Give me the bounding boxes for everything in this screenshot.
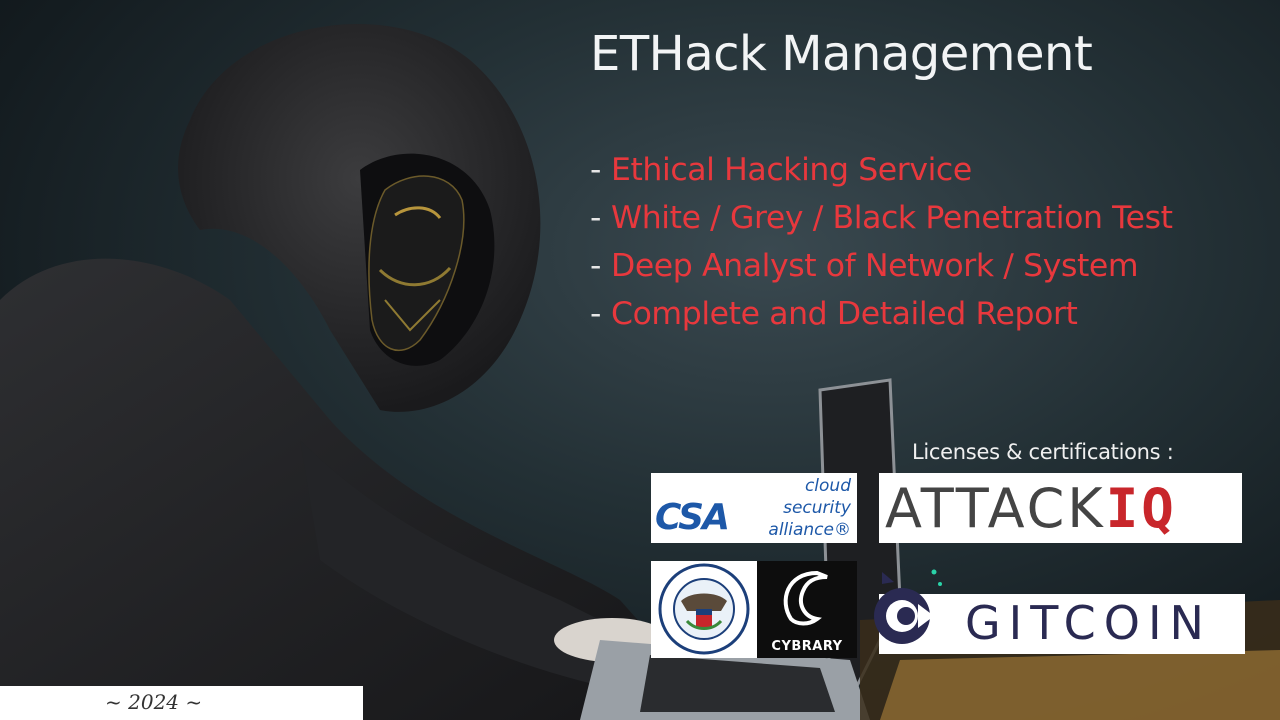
page-title: ETHack Management (590, 26, 1093, 82)
dhs-seal-icon (658, 563, 750, 655)
cybrary-logo: CYBRARY (757, 561, 857, 658)
csa-logo: CSA cloud security alliance® (651, 473, 857, 543)
gitcoin-wordmark: GITCOIN (965, 596, 1212, 650)
cybrary-label: CYBRARY (771, 639, 843, 654)
service-label: Deep Analyst of Network / System (610, 248, 1139, 284)
services-list: - Ethical Hacking Service - White / Grey /… (590, 146, 1173, 338)
attackiq-logo: ATTACKIQ (879, 473, 1242, 543)
csa-line-3: alliance® (768, 520, 851, 540)
gitcoin-robot-icon (874, 569, 942, 644)
promo-slide: ETHack Management - Ethical Hacking Servi… (0, 0, 1280, 720)
attackiq-part2: IQ (1105, 477, 1177, 540)
dhs-seal-logo (651, 561, 757, 658)
csa-wordmark: cloud security alliance® (711, 475, 851, 541)
bullet-dash: - (590, 200, 601, 236)
service-label: White / Grey / Black Penetration Test (610, 200, 1173, 236)
service-item: - Ethical Hacking Service (590, 146, 1173, 194)
csa-line-1: cloud (804, 476, 851, 496)
bullet-dash: - (590, 152, 601, 188)
service-item: - Deep Analyst of Network / System (590, 242, 1173, 290)
certifications-heading: Licenses & certifications : (912, 440, 1174, 464)
service-item: - White / Grey / Black Penetration Test (590, 194, 1173, 242)
attackiq-wordmark: ATTACKIQ (885, 477, 1177, 540)
footer-year: ~ 2024 ~ (105, 690, 203, 714)
bullet-dash: - (590, 296, 601, 332)
service-label: Complete and Detailed Report (610, 296, 1078, 332)
footer-year-box: ~ 2024 ~ (0, 686, 363, 720)
attackiq-part1: ATTACK (885, 477, 1106, 540)
service-label: Ethical Hacking Service (610, 152, 972, 188)
bullet-dash: - (590, 248, 601, 284)
csa-line-2: security (783, 498, 851, 518)
cybrary-icon (783, 570, 828, 626)
service-item: - Complete and Detailed Report (590, 290, 1173, 338)
